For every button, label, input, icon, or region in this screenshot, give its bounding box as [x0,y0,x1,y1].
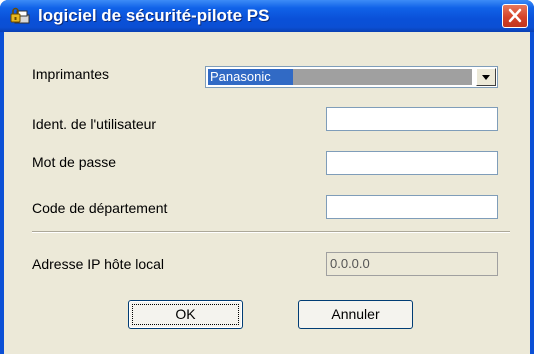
printers-selected-highlight [293,69,472,85]
password-label: Mot de passe [32,154,117,170]
user-id-field[interactable] [326,107,498,131]
printers-selected-value: Panasonic [208,69,472,85]
printers-label: Imprimantes [32,66,110,82]
local-ip-value: 0.0.0.0 [326,252,498,276]
title-bar[interactable]: logiciel de sécurité-pilote PS [0,0,534,32]
dialog-window: logiciel de sécurité-pilote PS Imprimant… [0,0,534,354]
department-code-field[interactable] [326,195,498,219]
separator [32,231,510,233]
printers-select[interactable]: Panasonic [205,66,498,88]
dialog-body: Imprimantes Panasonic Ident. de l'utilis… [4,32,530,354]
close-icon [503,8,527,31]
focus-rect [132,304,239,325]
lock-printer-icon [10,6,30,26]
user-id-label: Ident. de l'utilisateur [32,116,157,132]
department-label: Code de département [32,200,168,216]
printers-dropdown-button[interactable] [476,68,496,86]
cancel-button[interactable]: Annuler [298,300,413,329]
ok-button[interactable]: OK [128,300,243,329]
printers-selected-text: Panasonic [210,69,271,84]
window-title: logiciel de sécurité-pilote PS [38,6,270,25]
close-button[interactable] [502,4,528,28]
cancel-button-label: Annuler [331,306,380,322]
local-ip-label: Adresse IP hôte local [32,256,165,272]
chevron-down-icon [477,72,495,89]
password-field[interactable] [326,151,498,175]
